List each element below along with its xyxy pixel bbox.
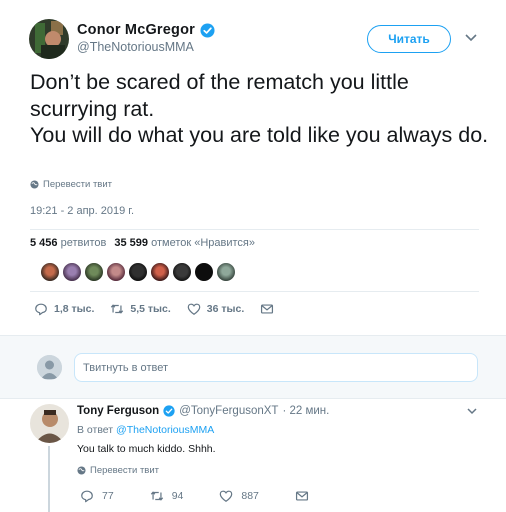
liker-avatar[interactable] bbox=[84, 262, 104, 282]
liker-avatar[interactable] bbox=[194, 262, 214, 282]
like-count-action: 36 тыс. bbox=[206, 303, 245, 315]
divider bbox=[30, 291, 479, 292]
translate-label[interactable]: Перевести твит bbox=[90, 465, 159, 476]
like-count: 887 bbox=[241, 490, 259, 502]
author-name-text[interactable]: Conor McGregor bbox=[77, 22, 195, 38]
reply-button[interactable]: 77 bbox=[80, 489, 114, 503]
tweet-actions: 1,8 тыс. 5,5 тыс. 36 тыс. bbox=[34, 302, 290, 316]
verified-badge-icon bbox=[200, 22, 215, 38]
reply-author-handle[interactable]: @TonyFergusonXT bbox=[179, 405, 278, 417]
globe-icon bbox=[77, 466, 86, 475]
reply-to-prefix: В ответ bbox=[77, 424, 114, 436]
retweet-count-action: 5,5 тыс. bbox=[130, 303, 171, 315]
user-avatar bbox=[37, 355, 62, 380]
reply-icon bbox=[81, 490, 93, 503]
liker-avatar[interactable] bbox=[128, 262, 148, 282]
heart-icon bbox=[220, 490, 233, 502]
like-stat[interactable]: 35 599 отметок «Нравится» bbox=[114, 237, 255, 249]
reply-header: Tony Ferguson @TonyFergusonXT · 22 мин. bbox=[77, 405, 329, 417]
chevron-down-icon[interactable] bbox=[464, 33, 478, 43]
retweet-icon bbox=[111, 304, 124, 314]
globe-icon bbox=[30, 180, 39, 189]
liker-avatar[interactable] bbox=[40, 262, 60, 282]
translate-label[interactable]: Перевести твит bbox=[43, 179, 112, 190]
envelope-icon bbox=[295, 491, 308, 501]
tweet-stats: 5 456 ретвитов 35 599 отметок «Нравится» bbox=[30, 237, 255, 249]
reply-input[interactable]: Твитнуть в ответ bbox=[74, 353, 478, 382]
reply-author-name[interactable]: Tony Ferguson bbox=[77, 405, 159, 417]
liker-avatar[interactable] bbox=[172, 262, 192, 282]
envelope-icon bbox=[261, 304, 274, 314]
liker-avatar[interactable] bbox=[216, 262, 236, 282]
verified-badge-icon bbox=[163, 405, 175, 417]
chevron-down-icon[interactable] bbox=[466, 407, 478, 416]
tweet-timestamp[interactable]: 19:21 - 2 апр. 2019 г. bbox=[30, 205, 134, 217]
reply-author-avatar[interactable] bbox=[30, 404, 69, 443]
liker-avatar[interactable] bbox=[62, 262, 82, 282]
retweet-icon bbox=[150, 491, 163, 501]
retweet-count: 5 456 bbox=[30, 237, 58, 249]
like-button[interactable]: 36 тыс. bbox=[187, 302, 244, 316]
liker-avatar[interactable] bbox=[150, 262, 170, 282]
like-stat-label: отметок «Нравится» bbox=[151, 237, 255, 249]
reply-text: You talk to much kiddo. Shhh. bbox=[77, 443, 216, 455]
direct-message-button[interactable] bbox=[295, 489, 309, 503]
reply-time[interactable]: · 22 мин. bbox=[282, 405, 329, 417]
author-avatar[interactable] bbox=[29, 19, 69, 59]
divider bbox=[30, 229, 479, 230]
reply-count: 1,8 тыс. bbox=[54, 303, 95, 315]
retweet-count: 94 bbox=[171, 490, 184, 502]
reply-input-placeholder: Твитнуть в ответ bbox=[83, 361, 168, 374]
heart-icon bbox=[187, 303, 201, 315]
thread-line bbox=[48, 446, 50, 512]
translate-reply-link[interactable]: Перевести твит bbox=[77, 465, 159, 476]
direct-message-button[interactable] bbox=[260, 302, 274, 316]
retweet-stat-label: ретвитов bbox=[60, 237, 107, 249]
reply-button[interactable]: 1,8 тыс. bbox=[34, 302, 94, 316]
translate-tweet-link[interactable]: Перевести твит bbox=[30, 179, 112, 190]
reply-to-handle-link[interactable]: @TheNotoriousMMA bbox=[116, 424, 214, 436]
liker-avatar[interactable] bbox=[106, 262, 126, 282]
retweet-button[interactable]: 5,5 тыс. bbox=[110, 302, 171, 316]
reply-actions: 77 94 887 bbox=[80, 489, 345, 503]
follow-button[interactable]: Читать bbox=[367, 25, 451, 53]
retweet-button[interactable]: 94 bbox=[150, 489, 184, 503]
author-handle[interactable]: @TheNotoriousMMA bbox=[77, 40, 194, 54]
like-count: 35 599 bbox=[114, 237, 149, 249]
tweet-text: Don’t be scared of the rematch you littl… bbox=[30, 70, 489, 147]
reply-to-line: В ответ @TheNotoriousMMA bbox=[77, 424, 214, 436]
author-name[interactable]: Conor McGregor bbox=[77, 22, 215, 38]
like-button[interactable]: 887 bbox=[219, 489, 259, 503]
reply-icon bbox=[35, 303, 47, 316]
reply-count: 77 bbox=[102, 490, 114, 502]
liker-avatars bbox=[40, 262, 236, 282]
retweet-stat[interactable]: 5 456 ретвитов bbox=[30, 237, 106, 249]
